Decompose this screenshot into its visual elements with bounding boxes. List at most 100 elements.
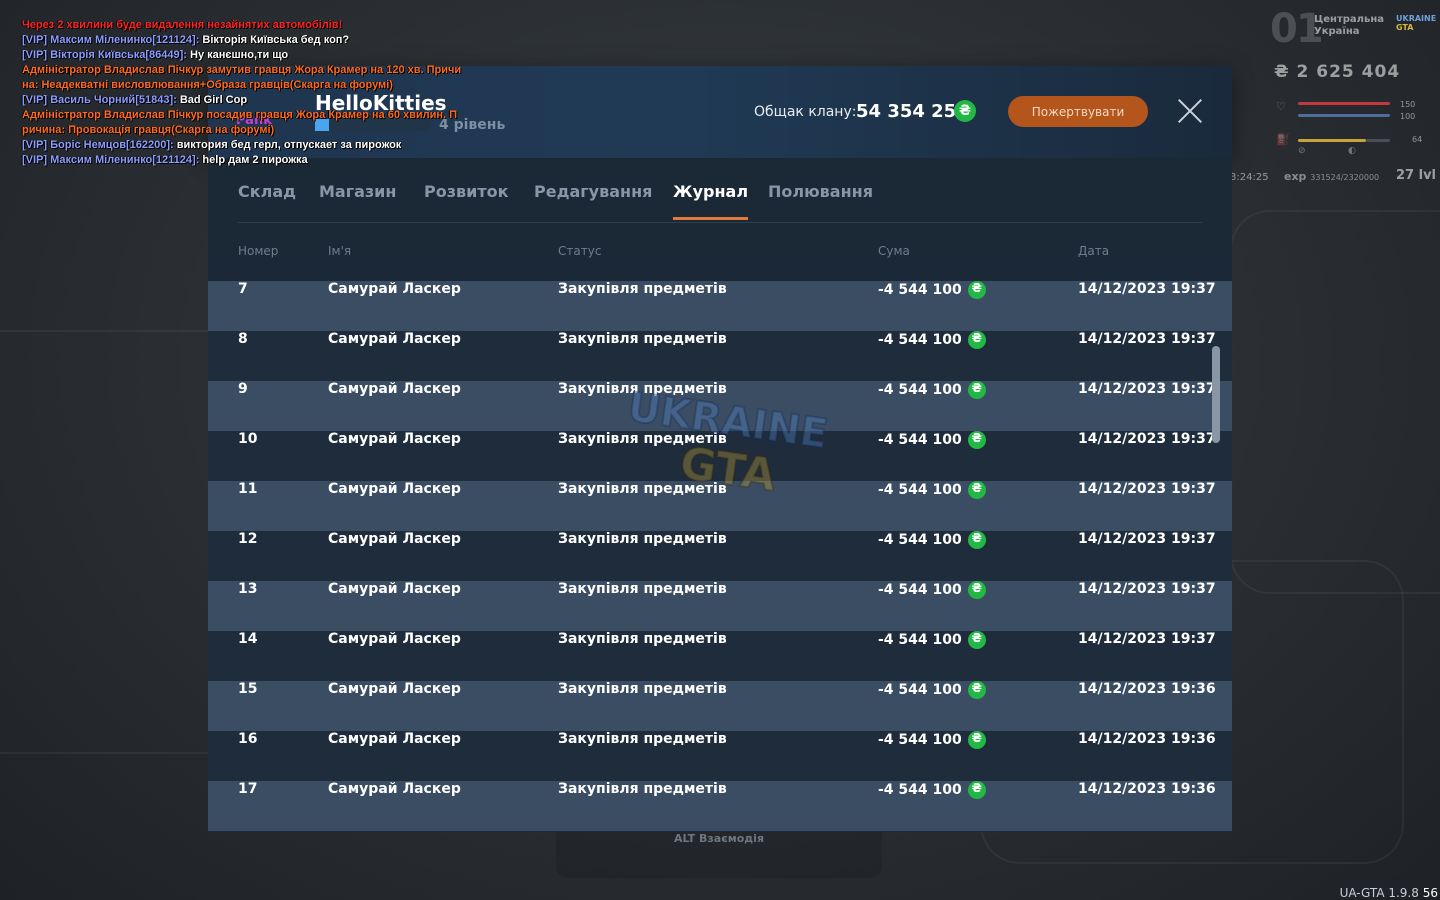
table-row[interactable]: 10 Самурай Ласкер Закупівля предметів -4 54… (208, 431, 1232, 481)
table-row[interactable]: 13 Самурай Ласкер Закупівля предметів -4 54… (208, 581, 1232, 631)
row-status: Закупівля предметів (558, 581, 727, 597)
column-status: Статус (558, 244, 602, 258)
chat-line-prefix: Через 2 хвилини буде видалення незайняти… (22, 19, 343, 31)
hryvnia-coin-icon: ₴ (967, 531, 986, 549)
row-date: 14/12/2023 19:37 (1078, 381, 1216, 397)
table-row[interactable]: 16 Самурай Ласкер Закупівля предметів -4 54… (208, 731, 1232, 781)
row-status: Закупівля предметів (558, 631, 727, 647)
row-name: Самурай Ласкер (328, 631, 461, 647)
row-date: 14/12/2023 19:36 (1078, 731, 1216, 747)
row-name: Самурай Ласкер (328, 731, 461, 747)
table-row[interactable]: 15 Самурай Ласкер Закупівля предметів -4 54… (208, 681, 1232, 731)
row-status: Закупівля предметів (558, 781, 727, 797)
row-number: 8 (238, 331, 248, 347)
table-row[interactable]: 7 Самурай Ласкер Закупівля предметів -4 544… (208, 281, 1232, 331)
clan-bank-value: 54 354 256 (856, 101, 969, 122)
row-sum: -4 544 100 ₴ (878, 431, 986, 449)
chat-line-message: Ну канєшно,ти що (190, 49, 289, 61)
chat-line: [VIP] Василь Чорний[51843]: Bad Girl Cop (22, 93, 542, 108)
hryvnia-coin-icon: ₴ (954, 100, 976, 122)
chat-log: Через 2 хвилини буде видалення незайняти… (22, 18, 542, 168)
chat-line: ричина: Провокація гравця(Скарга на фору… (22, 123, 542, 138)
clan-tabs: Склад Магазин Розвиток Редагування Журна… (238, 172, 1202, 223)
row-number: 16 (238, 731, 258, 747)
player-level: 27 lvl (1396, 168, 1437, 183)
row-sum: -4 544 100 ₴ (878, 381, 986, 399)
row-date: 14/12/2023 19:37 (1078, 331, 1216, 347)
row-status: Закупівля предметів (558, 281, 727, 297)
column-date: Дата (1078, 244, 1110, 258)
chat-line-message: Bad Girl Cop (179, 94, 248, 106)
row-sum: -4 544 100 ₴ (878, 581, 986, 599)
chat-line-prefix: Адміністратор Владислав Пічкур замутив г… (22, 64, 462, 76)
hryvnia-coin-icon: ₴ (967, 681, 986, 699)
column-sum: Сума (878, 244, 910, 258)
chat-line: на: Неадекватні висловлювання+Образа гра… (22, 78, 542, 93)
tab-development[interactable]: Розвиток (424, 172, 508, 220)
chat-line: Через 2 хвилини буде видалення незайняти… (22, 18, 542, 33)
row-number: 17 (238, 781, 258, 797)
hryvnia-coin-icon: ₴ (967, 281, 986, 299)
player-money: ₴ 2 625 404 (1274, 62, 1401, 82)
row-sum: -4 544 100 ₴ (878, 731, 986, 749)
row-date: 14/12/2023 19:37 (1078, 281, 1216, 297)
row-date: 14/12/2023 19:37 (1078, 431, 1216, 447)
health-icon: ♡ (1276, 100, 1286, 113)
chat-line-prefix: ричина: Провокація гравця(Скарга на фору… (22, 124, 275, 136)
row-date: 14/12/2023 19:37 (1078, 581, 1216, 597)
table-row[interactable]: 12 Самурай Ласкер Закупівля предметів -4 54… (208, 531, 1232, 581)
chat-line: [VIP] Вікторія Київська[86449]: Ну канєш… (22, 48, 542, 63)
row-status: Закупівля предметів (558, 681, 727, 697)
row-sum: -4 544 100 ₴ (878, 781, 986, 799)
row-name: Самурай Ласкер (328, 431, 461, 447)
row-status: Закупівля предметів (558, 481, 727, 497)
game-version: UA-GTA 1.9.8 56 (1339, 886, 1438, 900)
journal-scrollbar[interactable] (1212, 346, 1220, 443)
hryvnia-coin-icon: ₴ (967, 731, 986, 749)
row-sum: -4 544 100 ₴ (878, 631, 986, 649)
chat-line-prefix: Адміністратор Владислав Пічкур посадив г… (22, 109, 458, 121)
hud-brand-logo: UKRAINE GTA (1396, 14, 1437, 32)
table-row[interactable]: 8 Самурай Ласкер Закупівля предметів -4 544… (208, 331, 1232, 381)
row-status: Закупівля предметів (558, 731, 727, 747)
chat-line-message: help дам 2 пирожка (202, 154, 308, 166)
row-name: Самурай Ласкер (328, 581, 461, 597)
chat-line: Адміністратор Владислав Пічкур замутив г… (22, 63, 542, 78)
hryvnia-coin-icon: ₴ (967, 631, 986, 649)
donate-button[interactable]: Пожертвувати (1008, 96, 1148, 127)
server-region: Центральна Україна (1314, 14, 1384, 37)
journal-table[interactable]: 7 Самурай Ласкер Закупівля предметів -4 544… (208, 281, 1232, 831)
chat-line-message: виктория бед герл, отпускает за пирожок (176, 139, 402, 151)
mic-icon: ⊘ (1298, 146, 1306, 156)
chat-line-prefix: [VIP] Вікторія Київська[86449]: (22, 49, 191, 61)
hryvnia-coin-icon: ₴ (967, 431, 986, 449)
game-time: 3:24:25 (1230, 172, 1269, 183)
hryvnia-coin-icon: ₴ (967, 781, 986, 799)
hryvnia-coin-icon: ₴ (967, 331, 986, 349)
tab-journal[interactable]: Журнал (673, 172, 749, 220)
hunger-bar (1298, 139, 1366, 142)
tab-hunting[interactable]: Полювання (768, 172, 873, 220)
table-row[interactable]: 14 Самурай Ласкер Закупівля предметів -4 54… (208, 631, 1232, 681)
table-row[interactable]: 17 Самурай Ласкер Закупівля предметів -4 54… (208, 781, 1232, 831)
clan-bank-label: Общак клану: (754, 104, 857, 120)
row-date: 14/12/2023 19:36 (1078, 781, 1216, 797)
tab-warehouse[interactable]: Склад (238, 172, 296, 220)
row-date: 14/12/2023 19:37 (1078, 481, 1216, 497)
table-row[interactable]: 9 Самурай Ласкер Закупівля предметів -4 544… (208, 381, 1232, 431)
row-name: Самурай Ласкер (328, 281, 461, 297)
row-name: Самурай Ласкер (328, 481, 461, 497)
tab-shop[interactable]: Магазин (319, 172, 396, 220)
close-icon[interactable] (1176, 97, 1204, 125)
armor-bar (1298, 114, 1390, 117)
hunger-bar-empty (1366, 139, 1390, 142)
row-number: 13 (238, 581, 258, 597)
row-name: Самурай Ласкер (328, 781, 461, 797)
row-name: Самурай Ласкер (328, 331, 461, 347)
tab-editing[interactable]: Редагування (534, 172, 652, 220)
row-sum: -4 544 100 ₴ (878, 481, 986, 499)
row-date: 14/12/2023 19:37 (1078, 631, 1216, 647)
chat-line-prefix: [VIP] Борiс Немцов[162200]: (22, 139, 177, 151)
row-sum: -4 544 100 ₴ (878, 331, 986, 349)
table-row[interactable]: 11 Самурай Ласкер Закупівля предметів -4 54… (208, 481, 1232, 531)
